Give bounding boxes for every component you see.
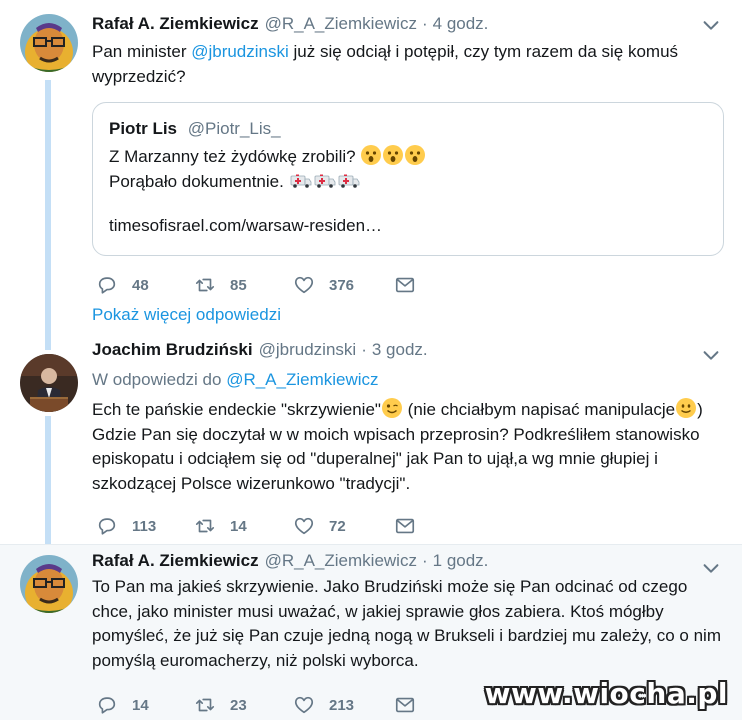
retweet-count: 23 (230, 696, 247, 714)
reply-icon (98, 518, 116, 535)
author-handle[interactable]: @R_A_Ziemkiewicz (265, 14, 417, 34)
watermark: www.wiocha.pl (484, 677, 728, 710)
direct-message-button[interactable] (394, 514, 430, 538)
avatar[interactable] (20, 354, 78, 412)
quoted-tweet[interactable]: Piotr Lis @Piotr_Lis_ Z Marzanny też żyd… (92, 102, 724, 256)
heart-icon (294, 696, 314, 714)
tweet-header: Rafał A. Ziemkiewicz @R_A_Ziemkiewicz · … (92, 549, 722, 573)
astonished-face-icon (361, 145, 382, 165)
retweet-count: 85 (230, 276, 247, 294)
reply-button[interactable]: 113 (96, 514, 156, 538)
tweet-2[interactable]: Joachim Brudziński @jbrudzinski · 3 godz… (0, 336, 742, 544)
reply-icon (98, 697, 116, 714)
reply-icon (98, 277, 116, 294)
quote-header: Piotr Lis @Piotr_Lis_ (109, 119, 707, 139)
like-count: 72 (329, 517, 346, 535)
reply-button[interactable]: 14 (96, 693, 149, 717)
astonished-face-icon (383, 145, 404, 165)
tweet-text: To Pan ma jakieś skrzywienie. Jako Brudz… (92, 577, 721, 670)
chevron-down-icon[interactable] (700, 344, 722, 366)
timestamp[interactable]: 1 godz. (433, 551, 489, 571)
heart-icon (294, 276, 314, 294)
avatar[interactable] (20, 14, 78, 72)
retweet-button[interactable]: 85 (194, 273, 247, 297)
heart-icon (294, 517, 314, 535)
tweet-1[interactable]: Rafał A. Ziemkiewicz @R_A_Ziemkiewicz · … (0, 0, 742, 336)
slightly-smiling-face-icon (676, 398, 697, 418)
ambulance-icon (338, 174, 359, 188)
quote-author-name: Piotr Lis (109, 119, 178, 138)
author-name[interactable]: Joachim Brudziński (92, 340, 253, 360)
quote-author-handle: @Piotr_Lis_ (187, 119, 281, 138)
chevron-down-icon[interactable] (700, 14, 722, 36)
like-button[interactable]: 213 (293, 693, 354, 717)
author-name[interactable]: Rafał A. Ziemkiewicz (92, 14, 259, 34)
retweet-button[interactable]: 23 (194, 693, 247, 717)
reply-count: 14 (132, 696, 149, 714)
author-handle[interactable]: @jbrudzinski (259, 340, 357, 360)
retweet-icon (195, 519, 215, 533)
astonished-face-icon (405, 145, 426, 165)
show-more-replies-link[interactable]: Pokaż więcej odpowiedzi (92, 305, 281, 325)
like-button[interactable]: 72 (293, 514, 346, 538)
direct-message-button[interactable] (394, 693, 430, 717)
thread-line (45, 80, 51, 336)
reply-button[interactable]: 48 (96, 273, 149, 297)
thread-line-top (45, 336, 51, 350)
quote-line-2: Porąbało dokumentnie. (109, 170, 707, 195)
reply-context: W odpowiedzi do @R_A_Ziemkiewicz (92, 370, 379, 389)
envelope-icon (395, 277, 415, 293)
retweet-icon (195, 278, 215, 292)
timestamp[interactable]: 4 godz. (433, 14, 489, 34)
quote-link[interactable]: timesofisrael.com/warsaw-residen… (109, 216, 707, 236)
ambulance-icon (314, 174, 335, 188)
like-button[interactable]: 376 (293, 273, 354, 297)
envelope-icon (395, 697, 415, 713)
separator: · (421, 14, 428, 33)
mention-link[interactable]: @jbrudzinski (191, 42, 289, 61)
direct-message-button[interactable] (394, 273, 430, 297)
tweet-text: Ech te pańskie endeckie "skrzywienie" (n… (92, 398, 703, 493)
retweet-button[interactable]: 14 (194, 514, 247, 538)
separator: · (421, 551, 428, 570)
timestamp[interactable]: 3 godz. (372, 340, 428, 360)
like-count: 376 (329, 276, 355, 294)
like-count: 213 (329, 696, 355, 714)
tweet-header: Rafał A. Ziemkiewicz @R_A_Ziemkiewicz · … (92, 12, 722, 36)
reply-count: 113 (132, 517, 157, 535)
retweet-count: 14 (230, 517, 247, 535)
tweet-header: Joachim Brudziński @jbrudzinski · 3 godz… (92, 338, 722, 362)
separator: · (361, 340, 367, 359)
ambulance-icon (290, 174, 311, 188)
author-name[interactable]: Rafał A. Ziemkiewicz (92, 551, 259, 571)
tweet-text: Pan minister @jbrudzinski już się odciął… (92, 42, 679, 86)
winking-face-icon (381, 398, 402, 418)
reply-to-link[interactable]: @R_A_Ziemkiewicz (226, 370, 378, 389)
retweet-icon (195, 698, 215, 712)
avatar[interactable] (20, 555, 78, 613)
thread-line (45, 416, 51, 544)
author-handle[interactable]: @R_A_Ziemkiewicz (265, 551, 417, 571)
reply-count: 48 (132, 276, 149, 294)
quote-line-1: Z Marzanny też żydówkę zrobili? (109, 145, 707, 170)
envelope-icon (395, 518, 415, 534)
